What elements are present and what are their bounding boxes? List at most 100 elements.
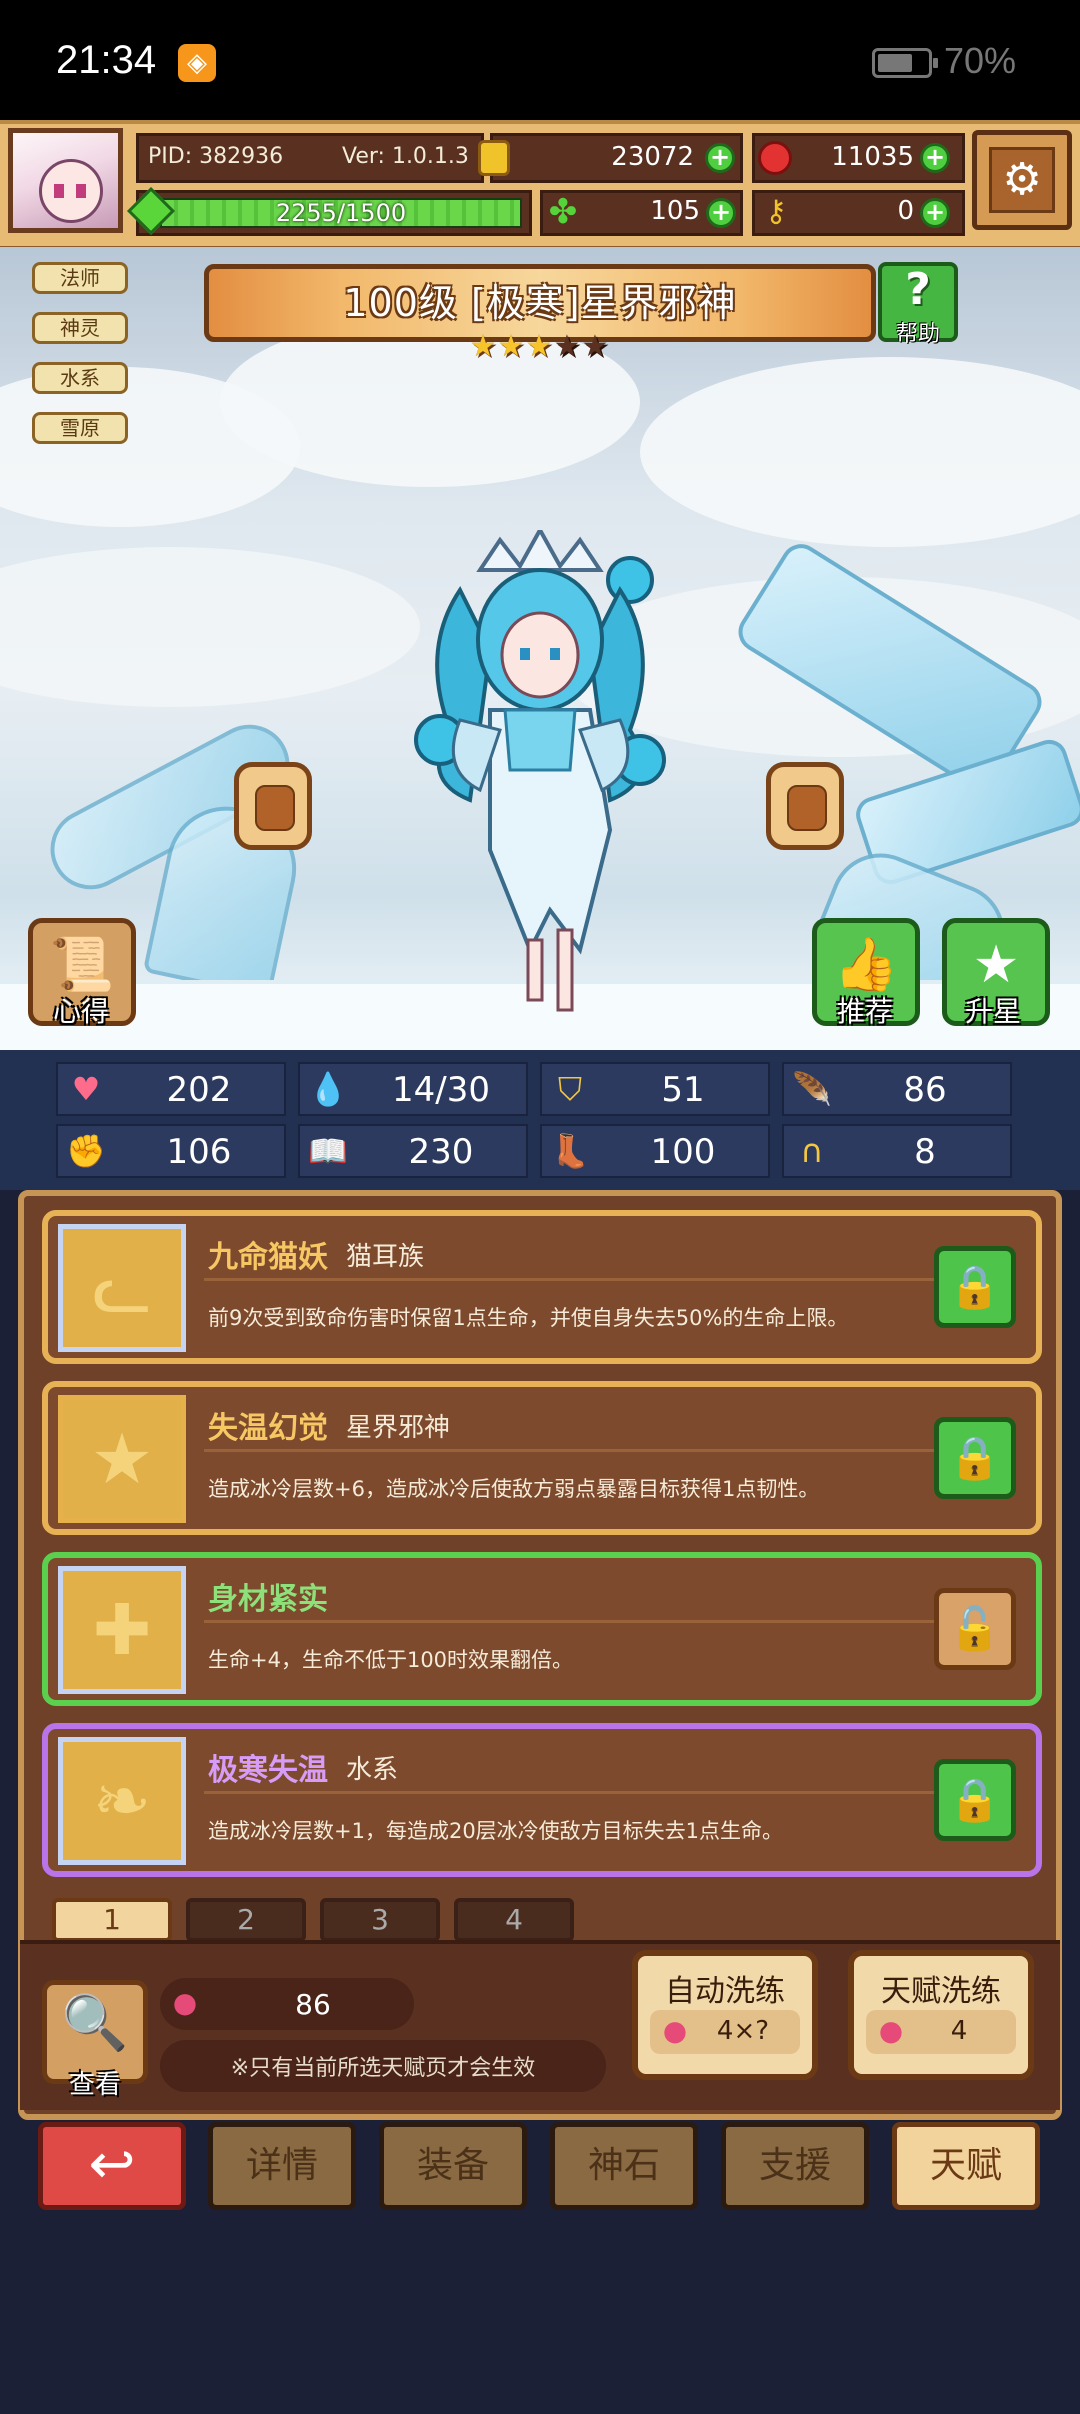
player-avatar[interactable]	[8, 128, 123, 233]
talent-icon-frame: ❧	[58, 1737, 186, 1865]
gold-coin-icon	[478, 140, 510, 176]
stat-cell: ♥ 202	[56, 1062, 286, 1116]
talent-icon-frame: ᓚ	[58, 1224, 186, 1352]
key-icon: ⚷	[765, 194, 787, 229]
star-upgrade-icon: ★	[972, 935, 1020, 995]
star-rating: ★★★★★	[468, 329, 609, 368]
stat-value: 202	[166, 1070, 232, 1110]
nav-divine-stone-button[interactable]: 神石	[550, 2122, 698, 2210]
talent-subtitle: 星界邪神	[346, 1413, 451, 1443]
talent-divider	[204, 1449, 944, 1452]
stat-cell: 🪶 86	[782, 1062, 1012, 1116]
talent-icon-frame: ★	[58, 1395, 186, 1523]
next-hero-button[interactable]	[766, 762, 844, 850]
star-empty-icon: ★	[581, 329, 609, 364]
star-filled-icon: ★	[497, 329, 525, 364]
book-icon: 📖	[308, 1132, 348, 1170]
fruit-icon: ●	[878, 2014, 904, 2047]
add-gold-button[interactable]: +	[705, 143, 735, 173]
horseshoe-icon: ∩	[800, 1132, 824, 1170]
return-arrow-icon: ↩	[88, 2132, 136, 2197]
stat-value: 86	[903, 1070, 947, 1110]
talent-description: 生命+4，生命不低于100时效果翻倍。	[208, 1648, 574, 1672]
stat-cell: ⛉ 51	[540, 1062, 770, 1116]
lock-icon[interactable]: 🔒	[934, 1246, 1016, 1328]
gem-amount: 11035	[831, 142, 914, 172]
lock-icon[interactable]: 🔒	[934, 1417, 1016, 1499]
help-label: 帮助	[895, 322, 940, 347]
star-empty-icon: ★	[553, 329, 581, 364]
thumbs-up-icon: 👍	[833, 935, 899, 995]
view-label: 查看	[68, 2070, 121, 2100]
clover-amount: 105	[650, 196, 700, 226]
unlock-icon[interactable]: 🔓	[934, 1588, 1016, 1670]
lock-icon[interactable]: 🔒	[934, 1759, 1016, 1841]
talent-page-tab-2[interactable]: 2	[186, 1898, 306, 1942]
player-id: PID: 382936	[148, 144, 284, 169]
talent-card[interactable]: ᓚ 九命猫妖 猫耳族 前9次受到致命伤害时保留1点生命，并使自身失去50%的生命上限。…	[42, 1210, 1042, 1364]
stat-value: 8	[914, 1132, 936, 1172]
nav-equipment-button[interactable]: 装备	[379, 2122, 527, 2210]
nav-support-button[interactable]: 支援	[721, 2122, 869, 2210]
stat-value: 14/30	[392, 1070, 490, 1110]
add-clover-button[interactable]: +	[706, 198, 736, 228]
fist-icon: ✊	[66, 1132, 106, 1170]
talent-divider	[204, 1278, 944, 1281]
wing-icon: 🪶	[792, 1070, 832, 1108]
water-drop-icon: 💧	[308, 1070, 348, 1108]
tag-class: 法师	[32, 262, 128, 294]
gold-amount: 23072	[611, 142, 694, 172]
talent-card[interactable]: ❧ 极寒失温 水系 造成冰冷层数+1，每造成20层冰冷使敌方目标失去1点生命。 🔒	[42, 1723, 1042, 1877]
back-button[interactable]: ↩	[38, 2122, 186, 2210]
stat-cell: 💧 14/30	[298, 1062, 528, 1116]
notebook-icon: 📜	[49, 935, 115, 995]
stat-cell: ∩ 8	[782, 1124, 1012, 1178]
stat-value: 230	[408, 1132, 474, 1172]
insight-label: 心得	[52, 995, 109, 1028]
talent-description: 前9次受到致命伤害时保留1点生命，并使自身失去50%的生命上限。	[208, 1306, 849, 1330]
cross-icon: ✚	[92, 1589, 152, 1671]
talent-divider	[204, 1791, 944, 1794]
add-key-button[interactable]: +	[920, 198, 950, 228]
shield-icon: ⛉	[557, 1070, 582, 1108]
talent-divider	[204, 1620, 944, 1623]
star-filled-icon: ★	[469, 329, 497, 364]
magnifier-icon: 🔍	[61, 1991, 129, 2054]
hero-character[interactable]	[380, 530, 700, 1030]
talent-page-tab-3[interactable]: 3	[320, 1898, 440, 1942]
battery-percent: 70%	[944, 40, 1017, 81]
talent-refine-title: 天赋洗练	[881, 1974, 1001, 2009]
talent-icon-frame: ✚	[58, 1566, 186, 1694]
talent-page-tab-1[interactable]: 1	[52, 1898, 172, 1942]
key-amount: 0	[897, 196, 914, 226]
talent-page-tab-4[interactable]: 4	[454, 1898, 574, 1942]
fruit-count: 86	[295, 1988, 331, 2021]
game-version: Ver: 1.0.1.3	[342, 144, 469, 169]
add-gem-button[interactable]: +	[920, 143, 950, 173]
recommend-label: 推荐	[836, 995, 893, 1028]
nav-talent-button[interactable]: 天赋	[892, 2122, 1040, 2210]
stat-value: 106	[166, 1132, 232, 1172]
nav-details-button[interactable]: 详情	[208, 2122, 356, 2210]
stat-value: 51	[661, 1070, 705, 1110]
question-mark-icon: ?	[905, 264, 931, 315]
heart-icon: ♥	[71, 1070, 101, 1108]
boot-icon: 👢	[550, 1132, 590, 1170]
tag-region: 雪原	[32, 412, 128, 444]
star-filled-icon: ★	[525, 329, 553, 364]
stat-cell: ✊ 106	[56, 1124, 286, 1178]
talent-name: 九命猫妖	[208, 1240, 328, 1275]
clock: 21:34	[56, 38, 157, 82]
note-text: ※只有当前所选天赋页才会生效	[230, 2056, 536, 2081]
stat-value: 100	[650, 1132, 716, 1172]
fruit-icon: ●	[662, 2014, 688, 2047]
settings-button[interactable]: ⚙	[972, 130, 1072, 230]
talent-card[interactable]: ✚ 身材紧实生命+4，生命不低于100时效果翻倍。 🔓	[42, 1552, 1042, 1706]
tag-element: 水系	[32, 362, 128, 394]
talent-card[interactable]: ★ 失温幻觉 星界邪神 造成冰冷层数+6，造成冰冷后使敌方弱点暴露目标获得1点韧性。 🔒	[42, 1381, 1042, 1535]
prev-hero-button[interactable]	[234, 762, 312, 850]
notification-icon: ◈	[178, 44, 216, 82]
talent-subtitle: 水系	[346, 1755, 399, 1785]
talent-name: 身材紧实	[208, 1582, 328, 1617]
exp-value: 2255/1500	[275, 199, 407, 227]
